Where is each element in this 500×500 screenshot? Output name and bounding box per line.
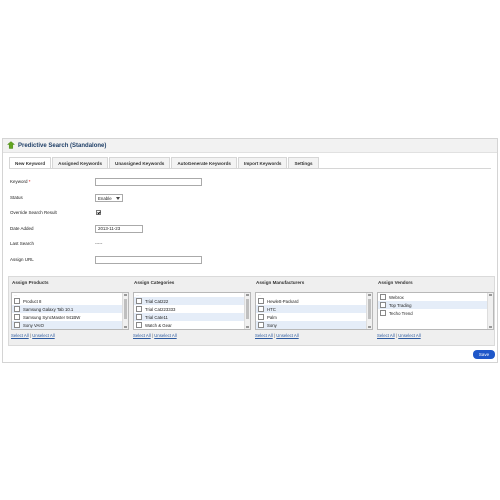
vendors-select-links: Select All | Unselect All [377, 333, 421, 338]
keyword-input[interactable] [95, 178, 202, 186]
assign-vendors-title: Assign Vendors [378, 280, 413, 285]
checkbox[interactable] [136, 306, 142, 312]
unselect-all-link[interactable]: Unselect All [398, 333, 420, 338]
assign-manufacturers-column: Assign Manufacturers … Hewlett-Packard H… [253, 277, 375, 345]
categories-select-links: Select All | Unselect All [133, 333, 177, 338]
tab-assigned-keywords[interactable]: Assigned Keywords [52, 157, 109, 168]
chevron-down-icon [116, 196, 120, 201]
checkbox[interactable] [258, 306, 264, 312]
assign-products-column: Assign Products … Product 8 Samsung Gala… [9, 277, 131, 345]
date-input[interactable]: 2013-11-23 [95, 225, 143, 233]
list-item[interactable]: Trial Cate11 [134, 313, 250, 321]
manufacturers-listbox[interactable]: … Hewlett-Packard HTC Palm Sony [255, 292, 373, 330]
list-item[interactable]: Trial Cat222 [134, 297, 250, 305]
checkbox[interactable] [258, 322, 264, 328]
tab-new-keyword[interactable]: New Keyword [9, 157, 52, 168]
manufacturers-scrollbar[interactable] [366, 293, 372, 329]
assign-url-input[interactable] [95, 256, 202, 264]
select-all-link[interactable]: Select All [255, 333, 273, 338]
vendors-listbox[interactable]: Webrox Top Trading Techo Trend [377, 292, 494, 330]
select-all-link[interactable]: Select All [377, 333, 395, 338]
select-all-link[interactable]: Select All [11, 333, 29, 338]
checkbox[interactable] [14, 314, 20, 320]
unselect-all-link[interactable]: Unselect All [154, 333, 176, 338]
panel-header: Predictive Search (Standalone) [3, 139, 497, 153]
unselect-all-link[interactable]: Unselect All [276, 333, 298, 338]
tab-divider [9, 168, 491, 169]
list-item[interactable]: Samsung SyncMaster 941BW [12, 313, 128, 321]
products-listbox[interactable]: … Product 8 Samsung Galaxy Tab 10.1 Sams… [11, 292, 129, 330]
checkbox[interactable] [136, 322, 142, 328]
manufacturers-select-links: Select All | Unselect All [255, 333, 299, 338]
unselect-all-link[interactable]: Unselect All [32, 333, 54, 338]
assign-categories-column: Assign Categories … Trial Cat222 Trial C… [131, 277, 253, 345]
save-button[interactable]: Save [473, 350, 495, 359]
list-item[interactable]: Hewlett-Packard [256, 297, 372, 305]
assign-vendors-column: Assign Vendors Webrox Top Trading Techo … [375, 277, 496, 345]
list-item[interactable]: Top Trading [378, 301, 493, 309]
list-item[interactable]: Webrox [378, 293, 493, 301]
status-value: Enable [98, 195, 112, 201]
date-label: Date Added [10, 226, 34, 231]
assign-categories-title: Assign Categories [134, 280, 175, 285]
list-item[interactable]: Product 8 [12, 297, 128, 305]
checkbox[interactable] [380, 294, 386, 300]
list-item[interactable]: Sony VAIO [12, 321, 128, 329]
products-select-links: Select All | Unselect All [11, 333, 55, 338]
puzzle-icon [6, 140, 16, 151]
checkbox[interactable] [380, 310, 386, 316]
list-item[interactable]: Trial Cat223333 [134, 305, 250, 313]
categories-listbox[interactable]: … Trial Cat222 Trial Cat223333 Trial Cat… [133, 292, 251, 330]
tab-autogenerate-keywords[interactable]: AutoGenerate Keywords [171, 157, 237, 168]
checkbox[interactable] [136, 314, 142, 320]
keyword-label: Keyword * [10, 179, 31, 184]
list-item[interactable]: Palm [256, 313, 372, 321]
checkbox[interactable] [14, 298, 20, 304]
list-item[interactable]: Techo Trend [378, 309, 493, 317]
status-label: Status [10, 195, 23, 200]
checkbox[interactable] [14, 306, 20, 312]
products-scrollbar[interactable] [122, 293, 128, 329]
select-all-link[interactable]: Select All [133, 333, 151, 338]
status-select[interactable]: Enable [95, 194, 123, 202]
assign-url-label: Assign URL [10, 257, 34, 262]
assign-manufacturers-title: Assign Manufacturers [256, 280, 305, 285]
tab-import-keywords[interactable]: Import Keywords [237, 157, 288, 168]
list-item[interactable]: Samsung Galaxy Tab 10.1 [12, 305, 128, 313]
list-item[interactable]: HTC [256, 305, 372, 313]
vendors-scrollbar[interactable] [487, 293, 493, 329]
page-title: Predictive Search (Standalone) [18, 142, 107, 149]
checkbox[interactable] [380, 302, 386, 308]
checkbox[interactable] [258, 298, 264, 304]
tab-bar: New Keyword Assigned Keywords Unassigned… [9, 157, 320, 168]
checkbox[interactable] [258, 314, 264, 320]
override-checkbox[interactable] [96, 210, 101, 215]
list-item[interactable]: Sony [256, 321, 372, 329]
tab-settings[interactable]: Settings [288, 157, 319, 168]
categories-scrollbar[interactable] [244, 293, 250, 329]
last-search-label: Last Search [10, 241, 35, 246]
override-label: Override Search Result [10, 210, 57, 215]
required-mark: * [28, 179, 31, 184]
last-search-value: ----- [95, 241, 103, 246]
checkbox[interactable] [136, 298, 142, 304]
list-item[interactable]: Watch & Gear [134, 321, 250, 329]
checkbox[interactable] [14, 322, 20, 328]
assign-area: Assign Products … Product 8 Samsung Gala… [8, 276, 495, 346]
tab-unassigned-keywords[interactable]: Unassigned Keywords [109, 157, 171, 168]
assign-products-title: Assign Products [12, 280, 49, 285]
